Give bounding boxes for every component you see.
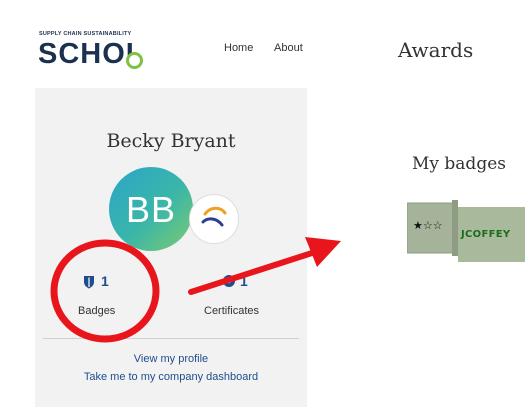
- nav-home[interactable]: Home: [224, 42, 253, 54]
- main-nav: Home About: [203, 10, 307, 88]
- avatar: BB: [109, 167, 193, 251]
- badge-image[interactable]: ★☆☆ JCOFFEY: [407, 200, 525, 262]
- certificate-seal-icon: [223, 275, 235, 287]
- profile-panel: SUPPLY CHAIN SUSTAINABILITY SCHOL Home A…: [35, 10, 307, 407]
- nav-about[interactable]: About: [274, 42, 303, 54]
- certificates-label[interactable]: Certificates: [204, 305, 259, 317]
- site-header: SUPPLY CHAIN SUSTAINABILITY SCHOL Home A…: [35, 10, 307, 88]
- awards-heading: Awards: [398, 38, 474, 62]
- badge-label: JCOFFEY: [460, 229, 511, 240]
- view-profile-link[interactable]: View my profile: [35, 353, 307, 365]
- shield-icon: [84, 276, 94, 289]
- site-logo[interactable]: SUPPLY CHAIN SUSTAINABILITY SCHOL: [35, 10, 203, 88]
- avatar-initials: BB: [125, 189, 177, 230]
- badges-label[interactable]: Badges: [78, 305, 115, 317]
- divider: [43, 338, 299, 339]
- company-logo-icon: [189, 194, 239, 244]
- user-name: Becky Bryant: [106, 130, 236, 152]
- logo-ring-icon: [126, 52, 143, 69]
- badge-rating-stars: ★☆☆: [413, 219, 443, 232]
- badges-count[interactable]: 1: [101, 273, 109, 289]
- certificates-count[interactable]: 1: [240, 273, 248, 289]
- company-dashboard-link[interactable]: Take me to my company dashboard: [35, 371, 307, 383]
- my-badges-heading: My badges: [412, 154, 506, 174]
